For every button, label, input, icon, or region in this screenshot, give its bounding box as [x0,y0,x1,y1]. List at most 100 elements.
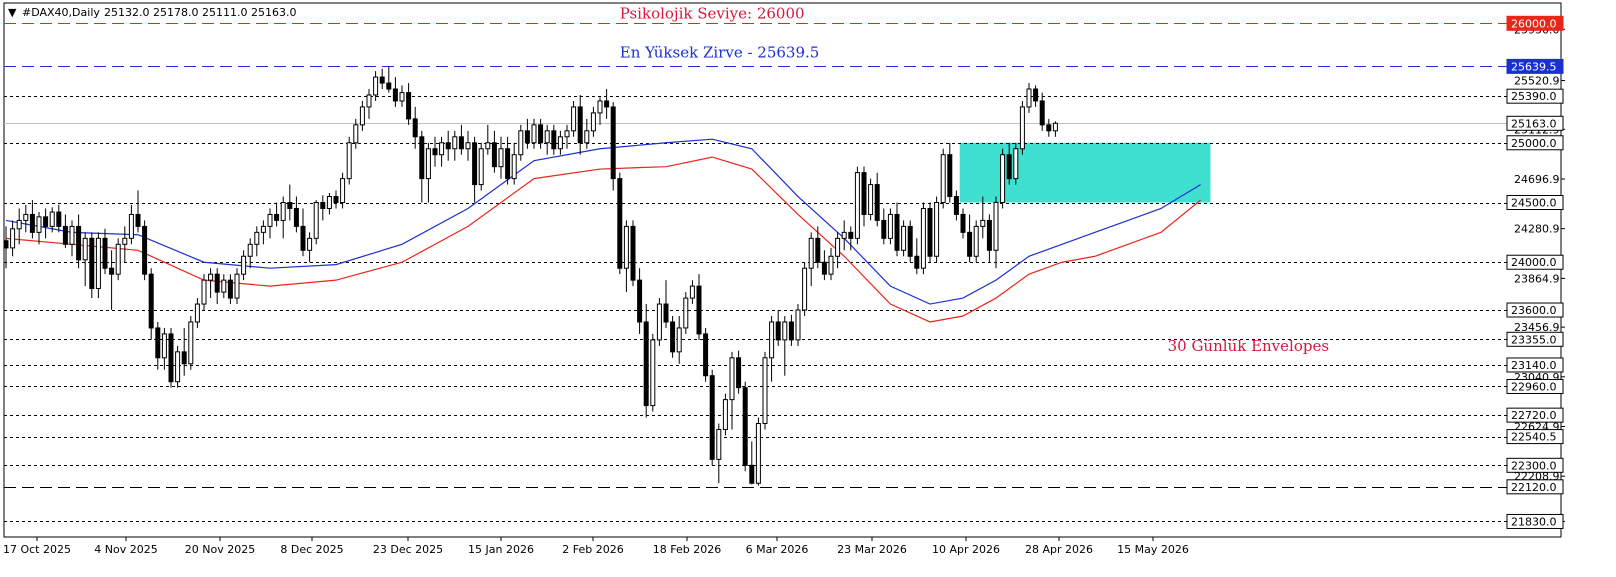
candle-body-bear [986,219,992,251]
candle-body-bull [887,213,893,239]
candle [313,200,319,245]
time-tick-label: 20 Nov 2025 [185,543,255,556]
candle-body-bull [920,207,926,269]
level-tag-label: 25639.5 [1511,60,1557,73]
candle-body-bull [254,231,260,245]
candle-body-bull [280,202,286,221]
candle-body-bear [967,231,973,257]
candle-body-bull [511,154,517,180]
candle-body-bear [432,148,438,156]
candle [89,232,95,299]
candle-body-bear [29,213,35,233]
candle-body-bear [524,130,530,144]
candle-body-bear [419,136,425,180]
candle-body-bull [689,285,695,299]
level-tag-label: 21830.0 [1511,515,1557,528]
candle-body-bull [808,237,814,269]
candle-body-bull [993,202,999,251]
candle-body-bear [287,202,293,209]
level-tag-label: 24000.0 [1511,256,1557,269]
candle-body-bear [947,154,953,198]
time-tick-label: 23 Dec 2025 [373,543,443,556]
candle [656,298,662,346]
candle [1019,100,1025,155]
candle-body-bull [828,255,834,275]
candle-body-bear [788,321,794,341]
candle-body-bear [386,82,392,90]
candle-body-bull [623,225,629,269]
candle [683,292,689,334]
candle [478,142,484,191]
candle-body-bull [128,213,134,239]
candle-body-bull [1013,148,1019,180]
candle-body-bull [590,112,596,132]
candle-body-bull [313,202,319,239]
candle [854,166,860,245]
candle-body-bull [340,178,346,204]
candle-body-bull [201,279,207,305]
candle-body-bear [610,106,616,180]
level-tag-label: 23140.0 [1511,359,1557,372]
level-tag-label: 22540.5 [1511,431,1557,444]
price-tick-label: 25520.9 [1514,75,1560,88]
candle-body-bull [399,92,405,102]
level-tag-label: 25163.0 [1511,117,1557,130]
support-zone [959,142,1211,203]
level-tag-label: 23600.0 [1511,304,1557,317]
candle [973,220,979,263]
level-tag-label: 26000.0 [1511,17,1557,30]
candle [742,381,748,472]
candle-body-bull [188,321,194,365]
candle [907,220,913,263]
candle-body-bear [505,148,511,180]
level-tag-label: 25390.0 [1511,90,1557,103]
candle-body-bull [69,225,75,245]
candle-body-bull [564,130,570,138]
candle-body-bull [531,124,537,144]
candle-body-bull [122,237,128,245]
candle-body-bull [650,339,656,407]
price-tick-label: 23864.9 [1514,272,1560,285]
candle-body-bear [821,261,827,275]
time-tick-label: 15 May 2026 [1117,543,1189,556]
candle-body-bear [43,216,49,227]
candle-body-bear [76,225,82,261]
chart-frame [3,2,1562,538]
candle [934,196,940,263]
candle [188,315,194,370]
time-tick-label: 2 Feb 2026 [562,543,623,556]
candle-body-bear [749,464,755,484]
candle [1013,142,1019,185]
candle-body-bear [670,321,676,353]
candle-body-bear [663,303,669,323]
header-arrow-icon: ▼ [8,6,17,19]
level-tag-label: 22720.0 [1511,409,1557,422]
candle-body-bear [227,279,233,299]
candle-body-bull [82,237,88,261]
candle-body-bear [392,88,398,102]
candle-body-bear [379,76,385,84]
ohlc-values: 25132.0 25178.0 25111.0 25163.0 [104,6,296,19]
dax-candlestick-chart: ▼ #DAX40,Daily 25132.0 25178.0 25111.0 2… [3,2,1565,556]
candle [762,351,768,430]
candle [868,178,874,221]
candle-body-bull [465,142,471,150]
candle-body-bear [742,387,748,466]
candle [940,148,946,209]
candle [920,202,926,275]
candle-body-bull [1000,154,1006,204]
candle-body-bull [755,423,761,484]
time-tick-label: 28 Apr 2026 [1025,543,1093,556]
candle-body-bull [452,136,458,150]
candle-body-bear [181,351,187,365]
level-tag-label: 25000.0 [1511,137,1557,150]
candle-body-bull [326,196,332,209]
annotation-text: En Yüksek Zirve - 25639.5 [620,43,820,61]
candle-body-bear [1006,154,1012,180]
time-tick-label: 4 Nov 2025 [94,543,157,556]
candle-body-bull [346,142,352,180]
candle-body-bear [109,267,115,275]
candle-body-bear [406,92,412,120]
candle-body-bull [373,76,379,96]
candle-body-bear [881,219,887,239]
